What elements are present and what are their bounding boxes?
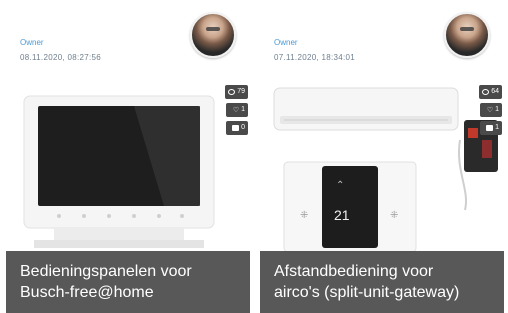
- comment-icon: [486, 125, 494, 131]
- card-caption[interactable]: Bedieningspanelen voor Busch-free@home: [6, 251, 250, 313]
- comments-count: 1: [495, 124, 499, 131]
- svg-text:⌃: ⌃: [336, 180, 344, 191]
- comments-badge[interactable]: 0: [226, 121, 248, 135]
- post-timestamp: 07.11.2020, 18:34:01: [274, 53, 356, 62]
- product-image[interactable]: 21 ⌃ ⁜ ⁜: [270, 80, 506, 255]
- comments-count: 0: [241, 124, 245, 131]
- likes-badge[interactable]: ♡ 1: [226, 103, 248, 117]
- avatar[interactable]: [444, 12, 490, 58]
- author-label: Owner: [274, 38, 298, 47]
- views-count: 64: [491, 88, 499, 95]
- views-badge: 64: [479, 85, 502, 99]
- caption-line-2: Busch-free@home: [20, 284, 154, 301]
- heart-icon: ♡: [486, 107, 494, 114]
- post-card-2[interactable]: Owner 07.11.2020, 18:34:01 21 ⌃ ⁜ ⁜ 64 ♡…: [254, 0, 508, 313]
- views-count: 79: [237, 88, 245, 95]
- svg-text:21: 21: [334, 207, 350, 223]
- avatar[interactable]: [190, 12, 236, 58]
- caption-line-1: Afstandbediening voor: [274, 263, 434, 280]
- likes-count: 1: [495, 106, 499, 113]
- comments-badge[interactable]: 1: [480, 121, 502, 135]
- comment-icon: [232, 125, 240, 131]
- caption-line-1: Bedieningspanelen voor: [20, 263, 192, 280]
- card-caption[interactable]: Afstandbediening voor airco's (split-uni…: [260, 251, 504, 313]
- likes-badge[interactable]: ♡ 1: [480, 103, 502, 117]
- eye-icon: [482, 89, 490, 95]
- product-image[interactable]: [14, 88, 234, 258]
- post-card-1[interactable]: Owner 08.11.2020, 08:27:56 79 ♡ 1 0 Bedi…: [0, 0, 254, 313]
- caption-line-2: airco's (split-unit-gateway): [274, 284, 460, 301]
- eye-icon: [228, 89, 236, 95]
- likes-count: 1: [241, 106, 245, 113]
- post-timestamp: 08.11.2020, 08:27:56: [20, 53, 102, 62]
- author-label: Owner: [20, 38, 44, 47]
- svg-text:⁜: ⁜: [390, 210, 398, 221]
- heart-icon: ♡: [232, 107, 240, 114]
- svg-text:⁜: ⁜: [300, 210, 308, 221]
- views-badge: 79: [225, 85, 248, 99]
